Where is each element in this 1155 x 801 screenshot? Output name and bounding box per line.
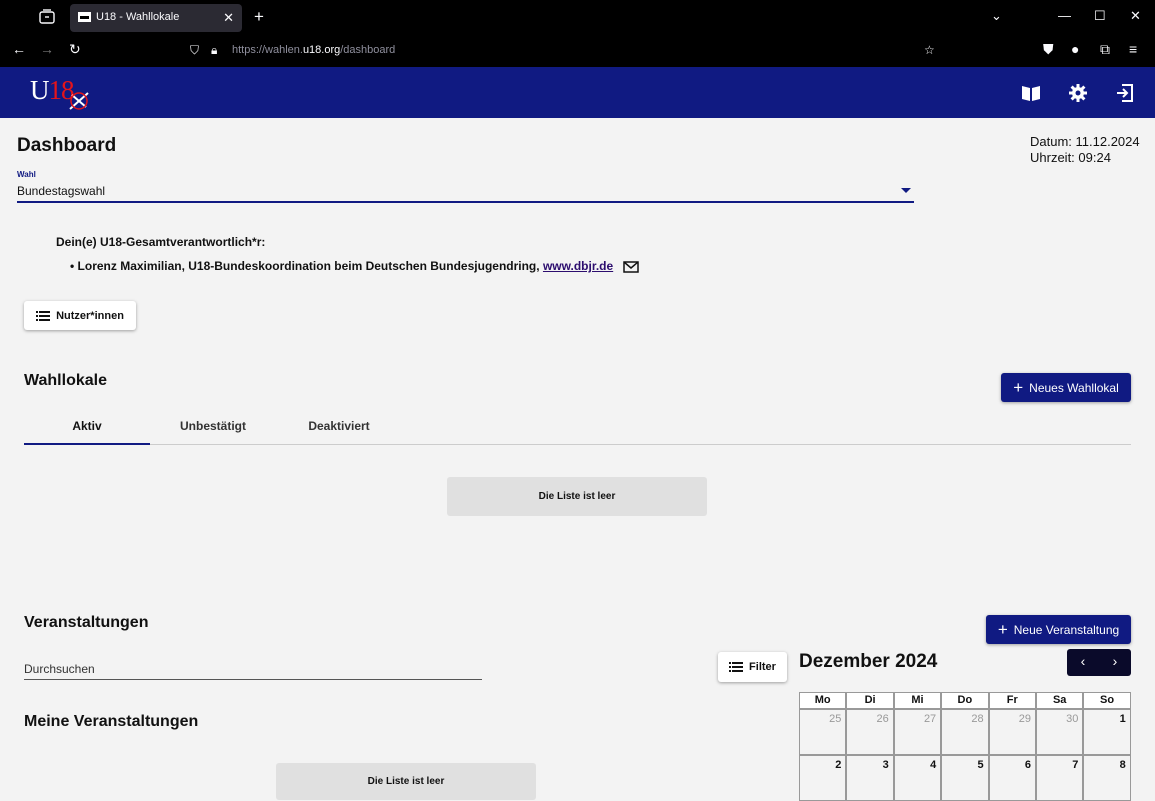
time-label: Uhrzeit: 09:24 [1030, 150, 1111, 165]
date-label: Datum: 11.12.2024 [1030, 134, 1140, 149]
calendar-day[interactable]: 28 [941, 709, 989, 755]
wahllokale-tabs: Aktiv Unbestätigt Deaktiviert [24, 412, 1131, 445]
minimize-icon[interactable]: — [1058, 8, 1071, 23]
responsible-person-text: Lorenz Maximilian, U18-Bundeskoordinatio… [77, 259, 540, 273]
election-select[interactable]: Bundestagswahl [17, 183, 914, 203]
calendar-day[interactable]: 27 [893, 709, 942, 755]
my-veranstaltungen-title: Meine Veranstaltungen [24, 713, 199, 730]
pocket-icon[interactable]: ⛊ [1043, 41, 1054, 58]
responsible-title: Dein(e) U18-Gesamtverantwortlich*r: [56, 235, 266, 249]
tab-deaktiviert[interactable]: Deaktiviert [276, 412, 402, 445]
logo-text-u: U [30, 75, 49, 105]
calendar-day[interactable]: 1 [1083, 709, 1131, 755]
weekday-mo: Mo [799, 692, 847, 709]
calendar-day[interactable]: 29 [988, 709, 1036, 755]
extensions-icon[interactable]: ⧉ [1100, 41, 1110, 58]
tab-title: U18 - Wahllokale [96, 11, 180, 23]
veranstaltungen-title: Veranstaltungen [24, 614, 149, 631]
url-bar[interactable]: ⛉ 🔒︎ https://wahlen.u18.org/dashboard ☆ [180, 37, 950, 65]
weekday-so: So [1083, 692, 1131, 709]
list-icon [36, 310, 51, 321]
new-wahllokal-button[interactable]: + Neues Wahllokal [1001, 373, 1131, 402]
election-select-value: Bundestagswahl [17, 184, 106, 198]
bookmark-star-icon[interactable]: ☆ [924, 43, 935, 57]
plus-icon: + [997, 619, 1008, 639]
search-input[interactable] [24, 658, 482, 679]
weekday-mi: Mi [893, 692, 942, 709]
browser-tab-bar: U18 - Wahllokale ✕ + ⌄ — ☐ ✕ [0, 0, 1155, 34]
calendar-day[interactable]: 25 [799, 709, 847, 755]
menu-icon[interactable]: ≡ [1129, 41, 1137, 57]
filter-button-label: Filter [749, 661, 776, 673]
url-text[interactable]: https://wahlen.u18.org/dashboard [232, 44, 395, 56]
calendar-day[interactable]: 5 [941, 755, 989, 801]
plus-icon: + [1013, 377, 1024, 397]
forward-icon[interactable]: → [40, 41, 54, 57]
calendar-day[interactable]: 6 [988, 755, 1036, 801]
list-icon [729, 662, 744, 672]
calendar-day[interactable]: 26 [846, 709, 894, 755]
back-icon[interactable]: ← [12, 41, 26, 57]
reload-icon[interactable]: ↻ [69, 41, 81, 58]
calendar-nav: ‹ › [1067, 649, 1131, 676]
tab-aktiv[interactable]: Aktiv [24, 412, 150, 445]
chevron-down-icon[interactable]: ⌄ [991, 8, 1002, 24]
maximize-icon[interactable]: ☐ [1094, 8, 1106, 24]
new-tab-icon[interactable]: + [254, 7, 264, 27]
tab-unbestaetigt[interactable]: Unbestätigt [150, 412, 276, 445]
chevron-right-icon[interactable]: › [1099, 653, 1131, 669]
calendar-day[interactable]: 4 [893, 755, 942, 801]
election-select-label: Wahl [17, 170, 36, 179]
mail-icon[interactable] [622, 261, 639, 273]
ballot-cross-icon [69, 92, 89, 110]
users-button[interactable]: Nutzer*innen [24, 301, 136, 330]
dropdown-arrow-icon [901, 188, 911, 193]
weekday-do: Do [941, 692, 989, 709]
new-wahllokal-label: Neues Wahllokal [1029, 380, 1119, 395]
calendar-day[interactable]: 8 [1083, 755, 1131, 801]
gear-icon[interactable] [1067, 82, 1089, 104]
tab-list-icon[interactable] [38, 8, 56, 26]
favicon-icon [78, 12, 91, 22]
search-field[interactable] [24, 658, 482, 680]
book-icon[interactable] [1020, 82, 1042, 104]
wahllokale-title: Wahllokale [24, 372, 107, 389]
account-icon[interactable]: ● [1071, 41, 1079, 57]
shield-icon[interactable]: ⛉ [190, 43, 199, 58]
page-title: Dashboard [17, 135, 117, 156]
dbjr-link[interactable]: www.dbjr.de [543, 259, 613, 273]
calendar-month-label: Dezember 2024 [799, 651, 938, 672]
current-datetime: Datum: 11.12.2024 Uhrzeit: 09:24 [1030, 134, 1140, 166]
logout-icon[interactable] [1114, 82, 1136, 104]
chevron-left-icon[interactable]: ‹ [1067, 653, 1099, 669]
new-veranstaltung-label: Neue Veranstaltung [1013, 622, 1120, 637]
browser-tab[interactable]: U18 - Wahllokale ✕ [70, 4, 242, 32]
close-window-icon[interactable]: ✕ [1130, 8, 1141, 24]
my-veranstaltungen-empty-state: Die Liste ist leer [276, 763, 536, 800]
users-button-label: Nutzer*innen [56, 309, 124, 322]
filter-button[interactable]: Filter [718, 652, 787, 682]
app-header: U18 [0, 67, 1155, 118]
lock-icon[interactable]: 🔒︎ [211, 43, 217, 58]
responsible-person: • Lorenz Maximilian, U18-Bundeskoordinat… [70, 259, 639, 273]
u18-logo[interactable]: U18 [30, 75, 92, 111]
wahllokale-empty-state: Die Liste ist leer [447, 477, 707, 516]
calendar-day[interactable]: 7 [1036, 755, 1084, 801]
weekday-di: Di [846, 692, 894, 709]
browser-nav-bar: ← → ↻ ⛉ 🔒︎ https://wahlen.u18.org/dashbo… [0, 34, 1155, 67]
calendar-day[interactable]: 30 [1036, 709, 1084, 755]
calendar-day[interactable]: 2 [799, 755, 847, 801]
new-veranstaltung-button[interactable]: + Neue Veranstaltung [986, 615, 1131, 644]
weekday-fr: Fr [988, 692, 1036, 709]
calendar-weekday-header: Mo Di Mi Do Fr Sa So [799, 692, 1131, 709]
close-tab-icon[interactable]: ✕ [223, 10, 234, 26]
calendar-day[interactable]: 3 [846, 755, 894, 801]
weekday-sa: Sa [1036, 692, 1084, 709]
